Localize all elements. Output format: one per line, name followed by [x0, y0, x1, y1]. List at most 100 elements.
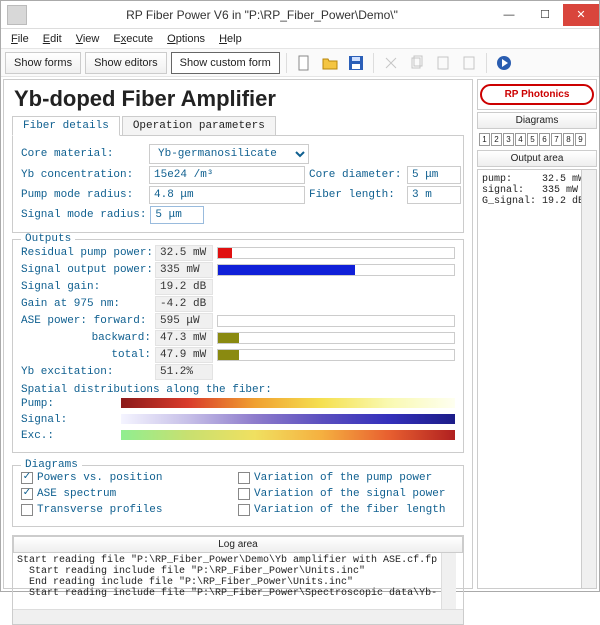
diagram-tab-4[interactable]: 4: [515, 133, 526, 146]
signal-gradient-label: Signal:: [21, 414, 71, 426]
ase-forward-bar: [217, 315, 455, 327]
output-area-text[interactable]: pump: 32.5 mW signal: 335 mW G_signal: 1…: [477, 169, 582, 589]
ase-spectrum-checkbox[interactable]: ✓ASE spectrum: [21, 488, 238, 500]
signal-gain-value: 19.2 dB: [155, 279, 213, 295]
save-icon[interactable]: [345, 52, 367, 74]
run-icon[interactable]: [493, 52, 515, 74]
log-horizontal-scrollbar[interactable]: [13, 609, 463, 624]
core-material-select[interactable]: Yb-germanosilicate: [149, 144, 309, 164]
residual-pump-bar: [217, 247, 455, 259]
gain-975-value: -4.2 dB: [155, 296, 213, 312]
signal-gain-label: Signal gain:: [21, 281, 155, 293]
close-button[interactable]: ✕: [563, 4, 599, 26]
transverse-profiles-checkbox[interactable]: Transverse profiles: [21, 504, 238, 516]
tab-bar: Fiber details Operation parameters: [12, 116, 464, 136]
diagrams-fieldset: Diagrams ✓Powers vs. position Variation …: [12, 465, 464, 527]
maximize-button[interactable]: ☐: [527, 4, 563, 26]
variation-length-checkbox[interactable]: Variation of the fiber length: [238, 504, 455, 516]
variation-pump-checkbox[interactable]: Variation of the pump power: [238, 472, 455, 484]
pump-mode-radius-label: Pump mode radius:: [21, 189, 145, 201]
yb-excitation-value: 51.2%: [155, 364, 213, 380]
copy-icon[interactable]: [406, 52, 428, 74]
yb-excitation-label: Yb excitation:: [21, 366, 155, 378]
menu-bar: File Edit View Execute Options Help: [1, 29, 599, 49]
residual-pump-label: Residual pump power:: [21, 247, 155, 259]
paste-icon[interactable]: [432, 52, 454, 74]
diagram-tab-6[interactable]: 6: [539, 133, 550, 146]
diagram-tab-7[interactable]: 7: [551, 133, 562, 146]
output-area-header: Output area: [477, 150, 597, 167]
menu-edit[interactable]: Edit: [37, 31, 68, 47]
ase-total-label: total:: [21, 349, 155, 361]
yb-concentration-label: Yb concentration:: [21, 169, 145, 181]
gain-975-label: Gain at 975 nm:: [21, 298, 155, 310]
ase-total-value: 47.9 mW: [155, 347, 213, 363]
signal-output-label: Signal output power:: [21, 264, 155, 276]
show-editors-button[interactable]: Show editors: [85, 52, 167, 74]
pump-mode-radius-input[interactable]: [149, 186, 305, 204]
log-area-panel: Log area Start reading file "P:\RP_Fiber…: [12, 535, 464, 625]
menu-view[interactable]: View: [70, 31, 106, 47]
menu-options[interactable]: Options: [161, 31, 211, 47]
ase-total-bar: [217, 349, 455, 361]
show-forms-button[interactable]: Show forms: [5, 52, 81, 74]
menu-help[interactable]: Help: [213, 31, 248, 47]
ase-forward-value: 595 μW: [155, 313, 213, 329]
pump-gradient-label: Pump:: [21, 398, 71, 410]
app-icon: [7, 5, 27, 25]
variation-signal-checkbox[interactable]: Variation of the signal power: [238, 488, 455, 500]
page-title: Yb-doped Fiber Amplifier: [4, 80, 472, 116]
log-area-header: Log area: [13, 536, 463, 553]
diagram-tab-1[interactable]: 1: [479, 133, 490, 146]
signal-mode-radius-label: Signal mode radius:: [21, 209, 146, 221]
tab-fiber-details[interactable]: Fiber details: [12, 116, 120, 136]
spatial-distributions-label: Spatial distributions along the fiber:: [21, 384, 455, 396]
diagrams-panel-header: Diagrams: [477, 112, 597, 129]
signal-mode-radius-input[interactable]: [150, 206, 204, 224]
residual-pump-value: 32.5 mW: [155, 245, 213, 261]
toolbar: Show forms Show editors Show custom form: [1, 49, 599, 77]
ase-backward-label: backward:: [21, 332, 155, 344]
new-file-icon[interactable]: [293, 52, 315, 74]
log-vertical-scrollbar[interactable]: [441, 553, 456, 609]
open-file-icon[interactable]: [319, 52, 341, 74]
diagram-tab-3[interactable]: 3: [503, 133, 514, 146]
show-custom-form-button[interactable]: Show custom form: [171, 52, 280, 74]
rp-photonics-logo: RP Photonics: [477, 79, 597, 110]
ase-backward-value: 47.3 mW: [155, 330, 213, 346]
ase-backward-bar: [217, 332, 455, 344]
signal-output-value: 335 mW: [155, 262, 213, 278]
pump-gradient: [121, 398, 455, 408]
minimize-button[interactable]: —: [491, 4, 527, 26]
diagram-tab-buttons: 1 2 3 4 5 6 7 8 9: [477, 131, 597, 148]
main-panel: Yb-doped Fiber Amplifier Fiber details O…: [3, 79, 473, 589]
fiber-length-label: Fiber length:: [309, 189, 403, 201]
tab-operation-parameters[interactable]: Operation parameters: [122, 116, 276, 135]
powers-vs-position-checkbox[interactable]: ✓Powers vs. position: [21, 472, 238, 484]
core-material-label: Core material:: [21, 148, 145, 160]
log-area-text[interactable]: Start reading file "P:\RP_Fiber_Power\De…: [13, 553, 441, 609]
diagram-tab-2[interactable]: 2: [491, 133, 502, 146]
output-vertical-scrollbar[interactable]: [582, 169, 597, 589]
outputs-legend: Outputs: [21, 233, 75, 245]
diagram-tab-8[interactable]: 8: [563, 133, 574, 146]
outputs-fieldset: Outputs Residual pump power:32.5 mW Sign…: [12, 239, 464, 453]
diagrams-legend: Diagrams: [21, 459, 82, 471]
exc-gradient: [121, 430, 455, 440]
cut-icon[interactable]: [380, 52, 402, 74]
signal-output-bar: [217, 264, 455, 276]
core-diameter-input[interactable]: [407, 166, 461, 184]
window-title: RP Fiber Power V6 in "P:\RP_Fiber_Power\…: [33, 8, 491, 22]
yb-concentration-input[interactable]: [149, 166, 305, 184]
fiber-length-input[interactable]: [407, 186, 461, 204]
ase-forward-label: ASE power: forward:: [21, 315, 155, 327]
core-diameter-label: Core diameter:: [309, 169, 403, 181]
side-panel: RP Photonics Diagrams 1 2 3 4 5 6 7 8 9 …: [477, 79, 597, 589]
diagram-tab-9[interactable]: 9: [575, 133, 586, 146]
exc-gradient-label: Exc.:: [21, 430, 71, 442]
menu-file[interactable]: File: [5, 31, 35, 47]
menu-execute[interactable]: Execute: [107, 31, 159, 47]
diagram-tab-5[interactable]: 5: [527, 133, 538, 146]
signal-gradient: [121, 414, 455, 424]
delete-icon[interactable]: [458, 52, 480, 74]
